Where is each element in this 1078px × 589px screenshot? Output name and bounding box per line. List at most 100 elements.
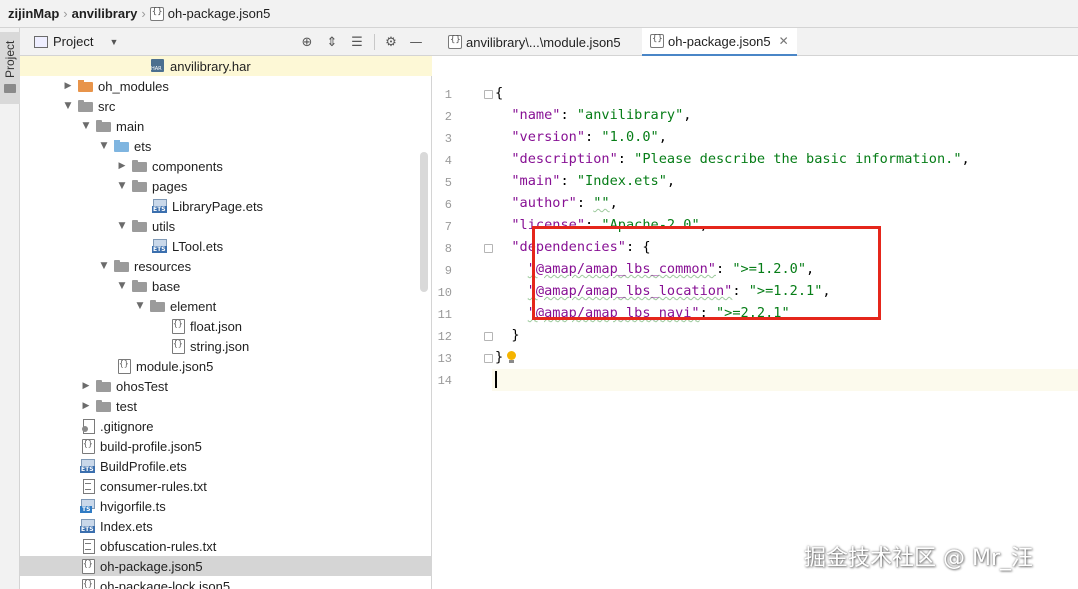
tree-item-float-json[interactable]: float.json — [20, 316, 432, 336]
line-number: 8 — [444, 242, 452, 256]
ets-file-icon — [152, 239, 168, 253]
json-file-icon — [80, 579, 96, 589]
tree-item-oh-package[interactable]: oh-package.json5 — [20, 556, 432, 576]
tree-item-librarypage-ets[interactable]: LibraryPage.ets — [20, 196, 432, 216]
tree-item-ltool-ets[interactable]: LTool.ets — [20, 236, 432, 256]
project-panel: Project ▼ ⊕ ⇕ ☰ ⚙ — anvilibrary.har ▶ oh… — [20, 28, 432, 589]
collapse-all-icon[interactable]: ☰ — [348, 33, 366, 51]
tree-item-src[interactable]: ▼ src — [20, 96, 432, 116]
tree-item-base[interactable]: ▼ base — [20, 276, 432, 296]
line-number: 2 — [444, 110, 452, 124]
folder-icon — [132, 179, 148, 193]
folder-icon — [96, 399, 112, 413]
tree-item-ets[interactable]: ▼ ets — [20, 136, 432, 156]
tree-item-label: string.json — [190, 338, 250, 354]
tree-item-index-ets[interactable]: Index.ets — [20, 516, 432, 536]
project-tool-tab[interactable]: Project — [0, 32, 20, 104]
tree-item-label: resources — [134, 258, 192, 274]
json-value: "Index.ets" — [576, 173, 667, 189]
current-line-highlight — [492, 369, 1078, 391]
chevron-down-icon[interactable]: ▼ — [116, 181, 128, 191]
lightbulb-icon[interactable] — [506, 350, 517, 364]
tree-item-label: utils — [152, 218, 176, 234]
folder-orange-icon — [78, 79, 94, 93]
code-line-4: "description": "Please describe the basi… — [511, 151, 970, 167]
folder-blue-icon — [114, 139, 130, 153]
tree-item-build-profile[interactable]: build-profile.json5 — [20, 436, 432, 456]
chevron-right-icon[interactable]: ▶ — [116, 161, 128, 171]
tree-item-pages[interactable]: ▼ pages — [20, 176, 432, 196]
tree-item-label: anvilibrary.har — [170, 58, 251, 74]
tree-item-components[interactable]: ▶ components — [20, 156, 432, 176]
close-icon[interactable]: ✕ — [779, 34, 789, 48]
tree-item-oh-package-lock[interactable]: oh-package-lock.json5 — [20, 576, 432, 589]
text-file-icon — [80, 479, 96, 494]
code-line-6: "author": "", — [511, 195, 618, 211]
gear-icon[interactable]: ⚙ — [382, 33, 400, 51]
folder-icon — [96, 119, 112, 133]
tree-item-gitignore[interactable]: .gitignore — [20, 416, 432, 436]
line-number: 13 — [437, 352, 452, 366]
tree-item-buildprofile-ets[interactable]: BuildProfile.ets — [20, 456, 432, 476]
tree-item-label: build-profile.json5 — [100, 438, 202, 454]
tree-item-label: oh-package-lock.json5 — [100, 578, 231, 589]
tree-item-element[interactable]: ▼ element — [20, 296, 432, 316]
breadcrumb-item-project[interactable]: zijinMap — [8, 6, 59, 21]
chevron-down-icon[interactable]: ▼ — [116, 221, 128, 231]
tree-item-ohostest[interactable]: ▶ ohosTest — [20, 376, 432, 396]
minimize-icon[interactable]: — — [407, 33, 425, 51]
project-view-title[interactable]: Project — [53, 34, 93, 49]
tree-item-consumer-rules[interactable]: consumer-rules.txt — [20, 476, 432, 496]
code-line-12: } — [495, 324, 519, 346]
code-area[interactable]: { "name": "anvilibrary", "version": "1.0… — [492, 56, 1078, 589]
tree-item-module-json5[interactable]: module.json5 — [20, 356, 432, 376]
tree-item-oh-modules[interactable]: ▶ oh_modules — [20, 76, 432, 96]
target-icon[interactable]: ⊕ — [298, 33, 316, 51]
tree-item-hvigorfile[interactable]: hvigorfile.ts — [20, 496, 432, 516]
tree-item-label: oh-package.json5 — [100, 558, 203, 574]
tree-item-label: obfuscation-rules.txt — [100, 538, 217, 554]
json-value: "anvilibrary" — [576, 107, 684, 123]
breadcrumb-item-module[interactable]: anvilibrary — [72, 6, 138, 21]
chevron-right-icon[interactable]: ▶ — [80, 401, 92, 411]
chevron-right-icon[interactable]: ▶ — [80, 381, 92, 391]
tab-module-json5[interactable]: anvilibrary\...\module.json5 — [440, 28, 629, 56]
chevron-right-icon[interactable]: ▶ — [62, 81, 74, 91]
tree-item-label: ohosTest — [116, 378, 169, 394]
tree-item-label: base — [152, 278, 181, 294]
breadcrumb-item-file[interactable]: oh-package.json5 — [168, 6, 271, 21]
chevron-down-icon[interactable]: ▼ — [62, 101, 74, 111]
breadcrumb-separator: › — [141, 6, 146, 21]
ets-file-icon — [80, 459, 96, 473]
json-key: "description" — [511, 151, 618, 167]
tree-item-anvilibrary-har[interactable]: anvilibrary.har — [20, 56, 432, 76]
chevron-down-icon[interactable]: ▼ — [80, 121, 92, 131]
tree-item-resources[interactable]: ▼ resources — [20, 256, 432, 276]
tree-item-main[interactable]: ▼ main — [20, 116, 432, 136]
json-key: "main" — [511, 173, 561, 189]
tree-item-obfuscation-rules[interactable]: obfuscation-rules.txt — [20, 536, 432, 556]
folder-icon — [132, 219, 148, 233]
tree-item-label: main — [116, 118, 145, 134]
folder-icon — [96, 379, 112, 393]
chevron-down-icon[interactable]: ▼ — [98, 141, 110, 151]
chevron-down-icon[interactable]: ▼ — [109, 37, 118, 47]
tree-item-label: ets — [134, 138, 152, 154]
line-number: 12 — [437, 330, 452, 344]
chevron-down-icon[interactable]: ▼ — [116, 281, 128, 291]
line-number: 11 — [437, 308, 452, 322]
code-line-3: "version": "1.0.0", — [511, 129, 667, 145]
tree-item-test[interactable]: ▶ test — [20, 396, 432, 416]
code-token: { — [495, 85, 504, 101]
tab-oh-package-json5[interactable]: oh-package.json5 ✕ — [642, 28, 797, 56]
chevron-down-icon[interactable]: ▼ — [134, 301, 146, 311]
expand-all-icon[interactable]: ⇕ — [323, 33, 341, 51]
line-number: 6 — [444, 198, 452, 212]
chevron-down-icon[interactable]: ▼ — [98, 261, 110, 271]
tree-item-string-json[interactable]: string.json — [20, 336, 432, 356]
tree-item-utils[interactable]: ▼ utils — [20, 216, 432, 236]
tree-scrollbar[interactable] — [420, 152, 428, 292]
json-file-icon — [170, 339, 186, 354]
json-value: "Please describe the basic information." — [634, 151, 962, 167]
highlight-annotation-box — [532, 226, 881, 320]
